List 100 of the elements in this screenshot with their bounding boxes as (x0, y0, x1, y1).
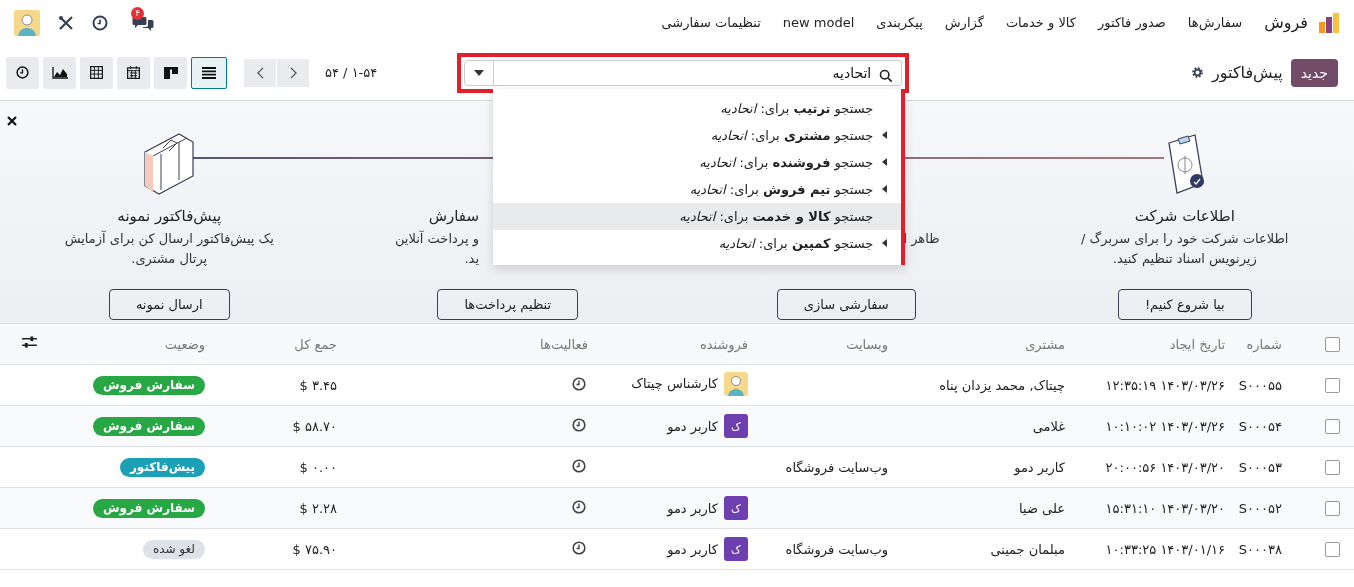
menu-item[interactable]: کالا و خدمات (1005, 15, 1076, 30)
table-cell: غلامی (1032, 418, 1065, 434)
table-cell: ۱۴۰۳/۰۳/۲۶ ۱۲:۳۵:۱۹ (1105, 377, 1225, 393)
area-chart-icon (51, 66, 68, 79)
menu-item[interactable]: پیکربندی (876, 15, 923, 30)
column-settings-icon[interactable] (22, 336, 37, 349)
row-checkbox[interactable] (1324, 542, 1340, 557)
search-option[interactable]: جستجو تیم فروش برای: اتحادیه (493, 175, 902, 203)
view-switch-button[interactable] (80, 56, 113, 89)
new-button[interactable]: جدید (1290, 58, 1338, 87)
table-cell: کاربر دمو (1014, 459, 1065, 475)
table-cell: $ ۷۵.۹۰ (292, 541, 337, 557)
chevron-left-icon (256, 66, 264, 79)
row-checkbox[interactable] (1324, 419, 1340, 434)
chevron-right-icon (289, 66, 297, 79)
clock-icon[interactable] (92, 14, 108, 31)
menu-item[interactable]: گزارش (944, 15, 984, 30)
table-row[interactable]: S۰۰۰۵۴ ۱۴۰۳/۰۳/۲۶ ۱۰:۱۰:۰۲ غلامی ک کاربر دمو $ ۵۸.۷۰ سفارش فروش (0, 405, 1354, 447)
clock-icon[interactable] (572, 540, 586, 555)
table-cell: S۰۰۰۵۳ (1238, 459, 1282, 475)
table-cell: کاربر دمو (667, 541, 718, 557)
table-row[interactable]: S۰۰۰۳۸ ۱۴۰۳/۰۱/۱۶ ۱۰:۳۳:۲۵ مبلمان جمینی وب‌سایت فروشگاه ک کاربر دمو $ ۷۵.۹۰ لغو شده (0, 528, 1354, 570)
user-initial-avatar: ک (724, 414, 748, 438)
view-switch-button[interactable] (6, 56, 39, 89)
table-cell: ۱۴۰۳/۰۳/۲۰ ۲۰:۰۰:۵۶ (1105, 459, 1225, 475)
view-switch-button[interactable] (43, 56, 76, 89)
table-cell: وب‌سایت فروشگاه (785, 541, 888, 557)
table-cell: $ ۳.۴۵ (299, 377, 337, 393)
settings-icon[interactable] (1191, 66, 1205, 79)
table-cell: وب‌سایت فروشگاه (785, 459, 888, 475)
clock-icon[interactable] (572, 458, 586, 473)
status-badge: سفارش فروش (93, 375, 205, 395)
status-badge: سفارش فروش (93, 498, 205, 518)
search-option[interactable]: جستجو فروشنده برای: اتحادیه (493, 148, 902, 176)
menu-item[interactable]: صدور فاکتور (1098, 15, 1166, 30)
row-checkbox[interactable] (1324, 378, 1340, 393)
caret-icon (882, 158, 888, 166)
close-icon[interactable] (7, 116, 17, 126)
column-header[interactable]: وبسایت (846, 336, 888, 352)
search-field[interactable]: اتحادیه (494, 59, 903, 86)
column-header[interactable]: وضعیت (164, 336, 205, 352)
table-icon (90, 66, 103, 79)
row-checkbox[interactable] (1324, 501, 1340, 516)
page-title: پیش‌فاکتور (1212, 63, 1283, 82)
table-cell: چیتاک, محمد یزدان پناه (939, 377, 1065, 393)
view-switch-button[interactable] (117, 56, 150, 89)
app-name[interactable]: فروش (1264, 13, 1308, 32)
user-avatar-icon (724, 371, 748, 396)
clock-icon[interactable] (572, 376, 586, 391)
column-header[interactable]: جمع کل (294, 336, 337, 352)
table-row[interactable]: S۰۰۰۵۲ ۱۴۰۳/۰۳/۲۰ ۱۵:۳۱:۱۰ علی ضیا ک کاربر دمو $ ۲.۲۸ سفارش فروش (0, 487, 1354, 529)
menu-item[interactable]: سفارش‌ها (1187, 15, 1243, 30)
table-cell: $ ۵۸.۷۰ (292, 418, 337, 434)
clock-icon[interactable] (572, 417, 586, 432)
caret-icon (474, 69, 485, 76)
column-header[interactable]: تاریخ ایجاد (1169, 336, 1225, 352)
search-option[interactable]: جستجو کمپین برای: اتحادیه (493, 229, 902, 257)
table-cell: $ ۲.۲۸ (299, 500, 337, 516)
column-header[interactable]: شماره (1246, 336, 1282, 352)
caret-icon (882, 131, 888, 139)
app-logo-icon[interactable] (1318, 11, 1340, 34)
status-badge: لغو شده (142, 539, 205, 559)
table-cell: S۰۰۰۵۴ (1238, 418, 1282, 434)
column-header[interactable]: فروشنده (699, 336, 748, 352)
briefcase-drawing (143, 132, 196, 196)
step-button[interactable]: بیا شروع کنیم! (1117, 289, 1252, 320)
table-row[interactable]: S۰۰۰۵۵ ۱۴۰۳/۰۳/۲۶ ۱۲:۳۵:۱۹ چیتاک, محمد یزدان پناه کارشناس چیتاک $ ۳.۴۵ سفارش فروش (0, 364, 1354, 406)
table-cell: ۱۴۰۳/۰۱/۱۶ ۱۰:۳۳:۲۵ (1105, 541, 1225, 557)
step-button[interactable]: سفارشی سازی (776, 289, 916, 320)
table-cell: S۰۰۰۵۵ (1238, 377, 1282, 393)
search-option[interactable]: جستجو کالا و خدمت برای: اتحادیه (493, 202, 902, 230)
view-switch-button[interactable] (191, 56, 227, 89)
menu-item[interactable]: new model (782, 15, 855, 30)
step-title: پیش‌فاکتور نمونه (117, 207, 222, 225)
table-cell: مبلمان جمینی (990, 541, 1065, 557)
menu-item[interactable]: تنظیمات سفارشی (661, 15, 761, 30)
clock-icon[interactable] (572, 499, 586, 514)
step-title: اطلاعات شرکت (1134, 207, 1235, 225)
table-cell: کارشناس چیتاک (631, 376, 718, 391)
select-all-checkbox[interactable] (1324, 337, 1340, 352)
kanban-icon (163, 66, 178, 79)
table-row[interactable]: S۰۰۰۵۳ ۱۴۰۳/۰۳/۲۰ ۲۰:۰۰:۵۶ کاربر دمو وب‌سایت فروشگاه $ ۰.۰۰ پیش‌فاکتور (0, 446, 1354, 488)
notification-count: ۴ (131, 6, 144, 20)
table-cell: S۰۰۰۳۸ (1238, 541, 1282, 557)
tools-icon[interactable] (58, 14, 74, 31)
search-options-toggle[interactable] (464, 59, 495, 86)
step-button[interactable]: تنظیم پرداخت‌ها (437, 289, 579, 320)
search-option[interactable]: جستجو مشتری برای: اتحادیه (493, 121, 902, 149)
column-header[interactable]: فعالیت‌ها (540, 336, 588, 352)
user-initial-avatar: ک (724, 537, 748, 561)
search-option[interactable]: جستجو ترتیب برای: اتحادیه (493, 94, 902, 122)
table-cell: کاربر دمو (667, 418, 718, 434)
step-description: یک پیش‌فاکتور ارسال کن برای آزمایش پرتال مشتری. (64, 229, 274, 269)
view-switch-button[interactable] (154, 56, 187, 89)
row-checkbox[interactable] (1324, 460, 1340, 475)
clock-icon (16, 66, 29, 79)
status-badge: سفارش فروش (93, 416, 205, 436)
step-button[interactable]: ارسال نمونه (108, 289, 230, 320)
column-header[interactable]: مشتری (1025, 336, 1065, 352)
pager-text: ۱-۵۴ / ۵۴ (325, 65, 378, 80)
